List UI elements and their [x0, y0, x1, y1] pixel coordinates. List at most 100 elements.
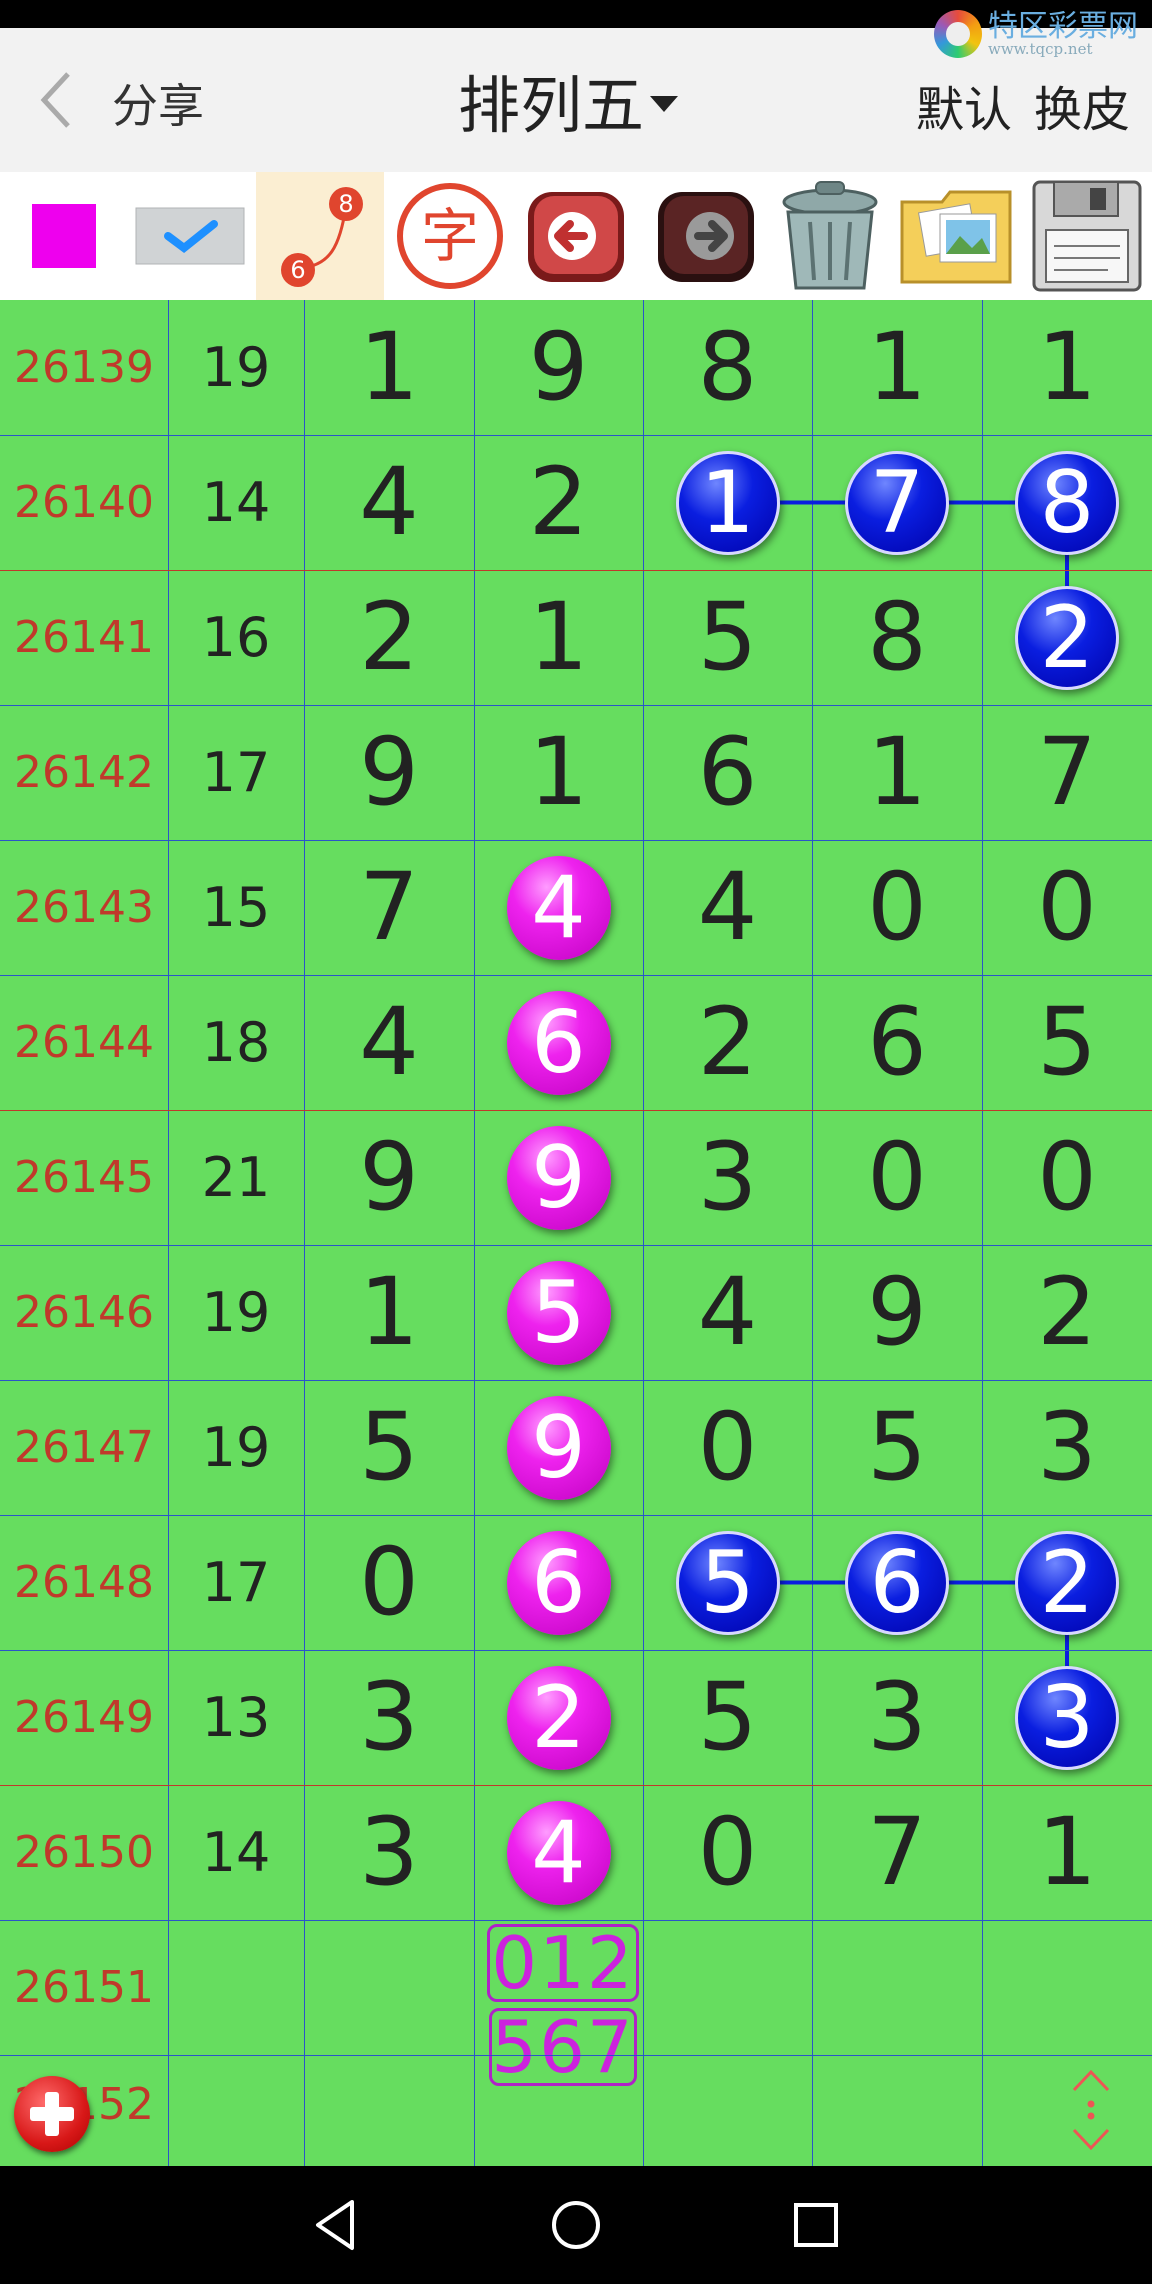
digit-cell: 1	[359, 313, 419, 422]
highlight-ball-blue: 2	[1015, 585, 1119, 690]
photo-folder-icon	[900, 190, 1012, 284]
digit-cell: 1	[359, 1258, 419, 1367]
table-row[interactable]: 26144 18 4 6 2 6 5	[0, 975, 1152, 1110]
digit-sum: 14	[201, 1821, 271, 1884]
prediction-row[interactable]: 26151 012 567	[0, 1920, 1152, 2086]
row-divider	[0, 1110, 1152, 1111]
digit-cell: 5	[474, 1245, 643, 1380]
digit-cell: 7	[1037, 718, 1097, 827]
highlight-ball-blue: 5	[675, 1530, 780, 1635]
save-button[interactable]	[1024, 172, 1150, 300]
highlight-ball-magenta: 9	[506, 1125, 611, 1230]
highlight-ball-blue: 3	[1015, 1665, 1119, 1770]
row-divider	[0, 1650, 1152, 1651]
highlight-ball-blue: 2	[1015, 1530, 1119, 1635]
character-button[interactable]: 字	[390, 172, 510, 300]
delete-button[interactable]	[768, 172, 892, 300]
issue-number: 26151	[14, 1962, 154, 2013]
row-divider	[0, 1785, 1152, 1786]
digit-cell: 3	[359, 1798, 419, 1907]
table-row[interactable]: 26145 21 9 9 3 0 0	[0, 1110, 1152, 1245]
change-skin-button[interactable]: 换皮	[1034, 70, 1130, 140]
issue-number: 26139	[14, 342, 154, 393]
digit-sum: 21	[201, 1146, 271, 1209]
digit-cell: 4	[359, 448, 419, 557]
table-row[interactable]: 26148 17 0 6 5 6 2	[0, 1515, 1152, 1650]
confirm-button[interactable]	[130, 172, 250, 300]
highlight-ball-blue: 7	[845, 450, 949, 555]
digit-cell: 5	[697, 1663, 758, 1772]
table-row[interactable]: 26143 15 7 4 4 0 0	[0, 840, 1152, 975]
issue-number: 26142	[14, 747, 154, 798]
digit-cell: 9	[528, 313, 589, 422]
row-divider	[0, 2055, 1152, 2056]
digit-sum: 17	[201, 741, 271, 804]
trend-line-button[interactable]: 8 6	[256, 172, 384, 300]
table-row[interactable]: 26146 19 1 5 4 9 2	[0, 1245, 1152, 1380]
table-row[interactable]: 26142 17 9 1 6 1 7	[0, 705, 1152, 840]
default-button[interactable]: 默认	[916, 70, 1012, 140]
character-icon: 字	[397, 183, 503, 289]
scroll-arrows-icon[interactable]	[1066, 2068, 1116, 2152]
nav-recents-icon[interactable]	[781, 2190, 851, 2260]
issue-number: 26146	[14, 1287, 154, 1338]
digit-cell: 7	[867, 1798, 927, 1907]
digit-cell: 1	[643, 435, 812, 570]
arrow-right-icon	[658, 192, 754, 282]
watermark-url: www.tqcp.net	[988, 39, 1093, 58]
digit-cell: 9	[359, 1123, 419, 1232]
lottery-type-dropdown[interactable]: 排列五	[458, 56, 679, 144]
digit-cell: 3	[359, 1663, 419, 1772]
row-divider	[0, 1515, 1152, 1516]
watermark-name: 特区彩票网	[988, 8, 1138, 44]
nav-home-icon[interactable]	[541, 2190, 611, 2260]
row-divider	[0, 1245, 1152, 1246]
share-button[interactable]: 分享	[112, 70, 204, 136]
table-row[interactable]: 26152	[0, 2055, 1152, 2166]
next-button[interactable]	[648, 172, 764, 300]
digit-cell: 5	[867, 1393, 927, 1502]
highlight-ball-magenta: 4	[506, 1800, 611, 1905]
nav-back-icon[interactable]	[300, 2190, 370, 2260]
table-row[interactable]: 26150 14 3 4 0 7 1	[0, 1785, 1152, 1920]
system-nav-bar	[0, 2166, 1152, 2284]
digit-cell: 6	[474, 1515, 643, 1650]
row-divider	[0, 570, 1152, 571]
digit-cell: 3	[697, 1123, 758, 1232]
digit-cell: 1	[867, 718, 927, 827]
highlight-ball-magenta: 2	[506, 1665, 611, 1770]
digit-cell: 1	[1037, 1798, 1097, 1907]
table-row[interactable]: 26141 16 2 1 5 8 2	[0, 570, 1152, 705]
caret-down-icon	[650, 96, 679, 112]
digit-sum: 17	[201, 1551, 271, 1614]
add-button[interactable]	[14, 2076, 90, 2152]
back-button[interactable]	[36, 68, 76, 132]
row-divider	[0, 1920, 1152, 1921]
issue-number: 26145	[14, 1152, 154, 1203]
digit-cell: 5	[697, 583, 758, 692]
digit-cell: 4	[697, 853, 758, 962]
table-row[interactable]: 26140 14 4 2 1 7 8	[0, 435, 1152, 570]
highlight-ball-magenta: 9	[506, 1395, 611, 1500]
digit-cell: 0	[867, 853, 927, 962]
digit-cell: 4	[697, 1258, 758, 1367]
table-row[interactable]: 26147 19 5 9 0 5 3	[0, 1380, 1152, 1515]
table-row[interactable]: 26149 13 3 2 5 3 3	[0, 1650, 1152, 1785]
issue-number: 26143	[14, 882, 154, 933]
highlight-ball-magenta: 5	[506, 1260, 611, 1365]
digit-cell: 1	[528, 718, 589, 827]
digit-cell: 1	[1037, 313, 1097, 422]
trend-line-icon: 8 6	[281, 187, 363, 287]
previous-button[interactable]	[518, 172, 634, 300]
gallery-button[interactable]	[894, 172, 1020, 300]
row-divider	[0, 840, 1152, 841]
digit-cell: 9	[359, 718, 419, 827]
results-grid: 26139 19 1 9 8 1 1 26140 14 4 2 1 7 8 26141 16 2 1 5 8 2 2614…	[0, 300, 1152, 2166]
digit-cell: 6	[867, 988, 927, 1097]
row-divider	[0, 1380, 1152, 1381]
color-picker-button[interactable]	[20, 172, 108, 300]
digit-cell: 8	[697, 313, 758, 422]
color-swatch	[32, 204, 96, 268]
digit-cell: 0	[1037, 853, 1097, 962]
table-row[interactable]: 26139 19 1 9 8 1 1	[0, 300, 1152, 435]
